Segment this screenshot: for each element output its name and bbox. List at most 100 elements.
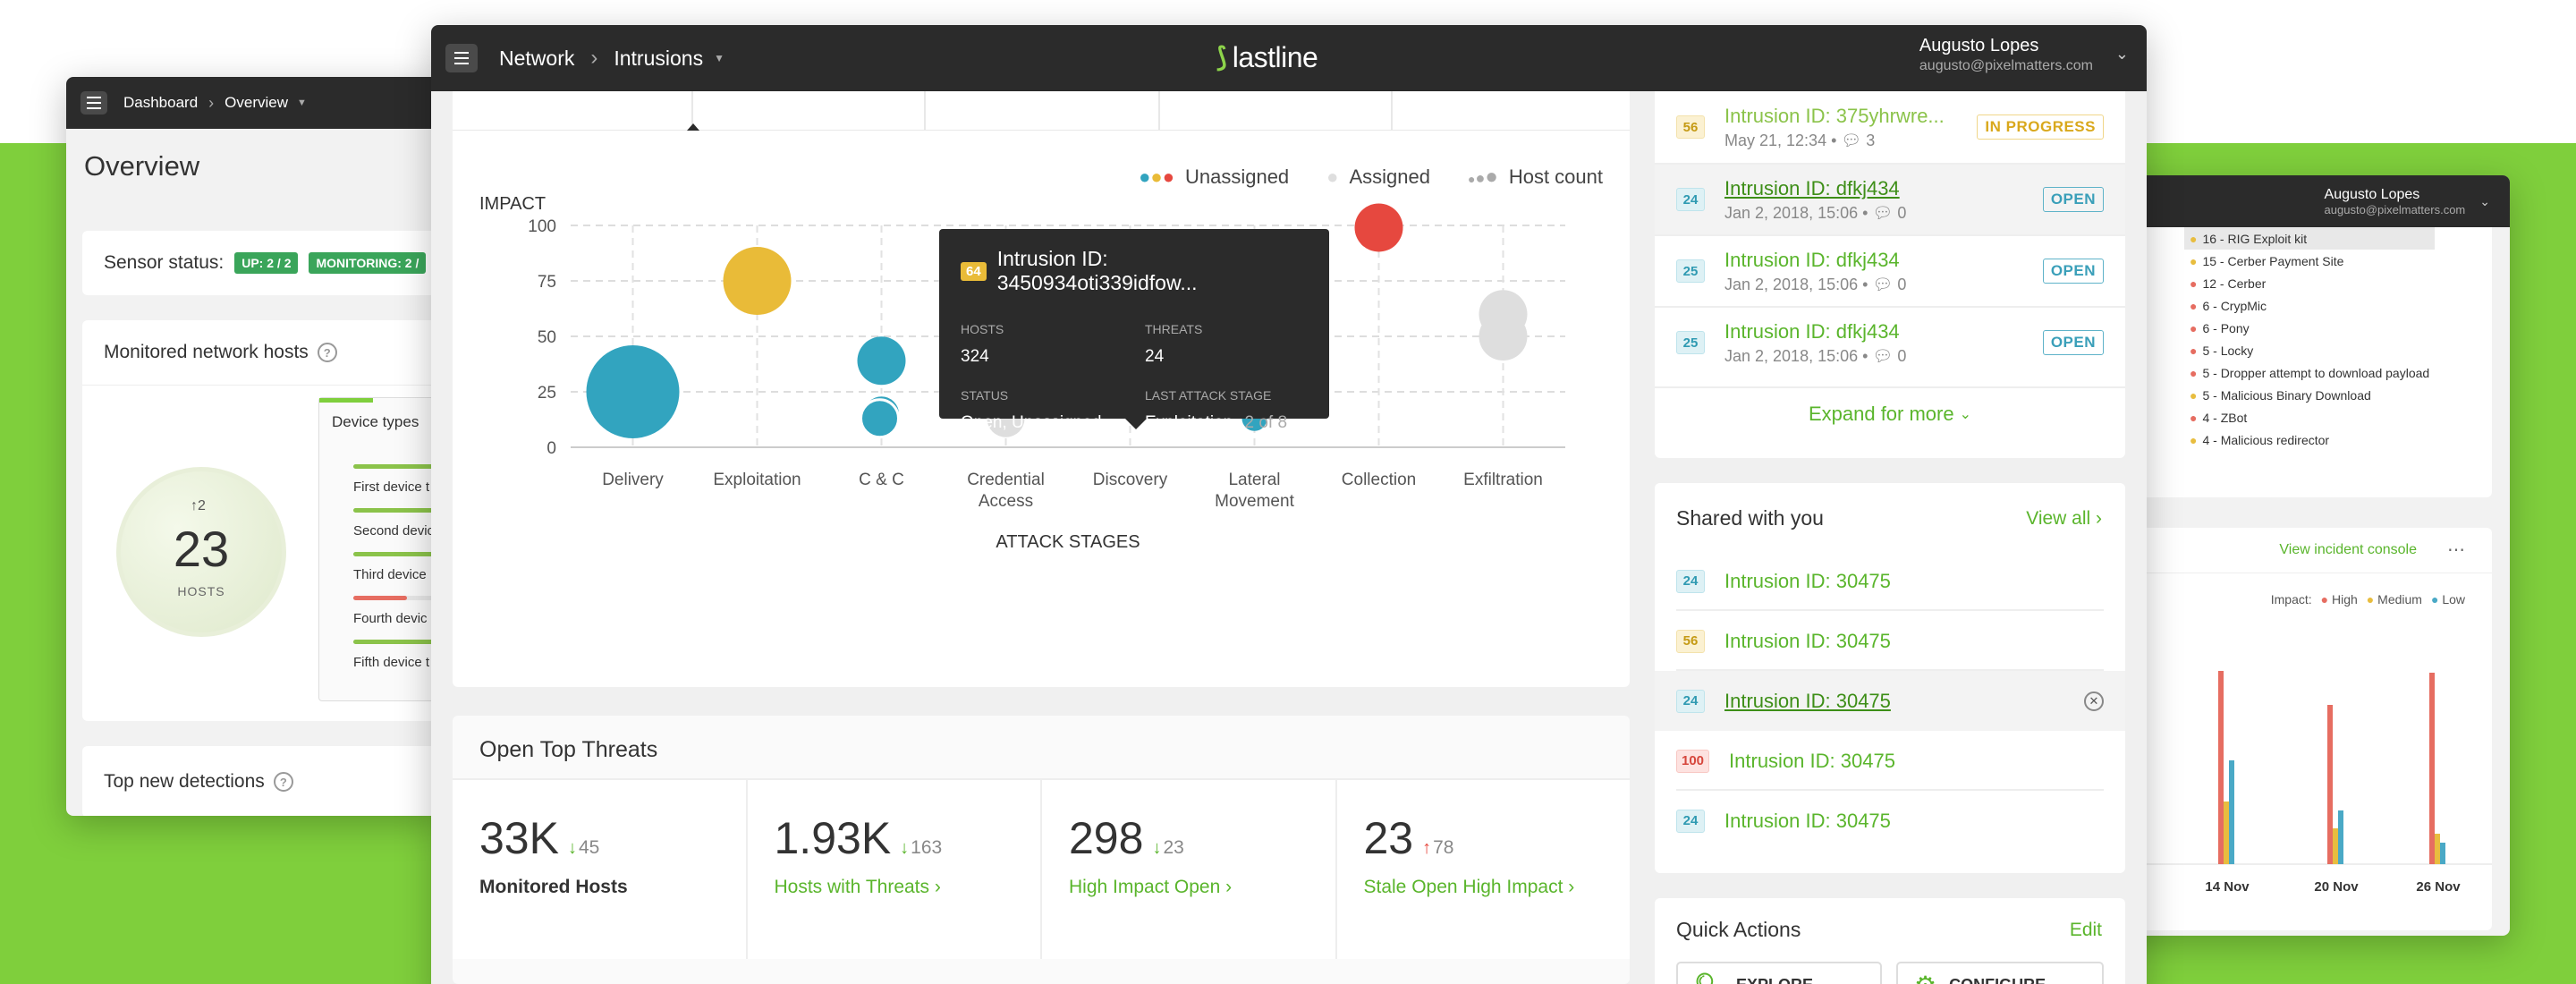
- top-detections-card: Top new detections ?: [82, 746, 442, 816]
- view-incident-console-link[interactable]: View incident console: [2279, 542, 2417, 558]
- intrusion-title[interactable]: Intrusion ID: dfkj434: [1724, 249, 2043, 272]
- shared-item[interactable]: 24 Intrusion ID: 30475 ✕: [1655, 671, 2125, 731]
- edit-link[interactable]: Edit: [2070, 920, 2102, 941]
- stat-value: 1.93K: [774, 813, 892, 863]
- shared-item[interactable]: 56 Intrusion ID: 30475: [1655, 611, 2125, 671]
- score-badge: 24: [1676, 188, 1705, 211]
- hosts-value: 23: [173, 521, 230, 577]
- device-type-item: Second devic: [353, 508, 442, 552]
- more-icon[interactable]: ⋯: [2447, 539, 2465, 561]
- tooltip-score: 64: [961, 261, 987, 281]
- comment-icon: 💬︎: [1872, 203, 1894, 222]
- shared-intrusion-title[interactable]: Intrusion ID: 30475: [1724, 810, 1891, 833]
- incidents-window: Augusto Lopes augusto@pixelmatters.com ⌄…: [2102, 175, 2510, 936]
- comment-count: 0: [1897, 275, 1907, 293]
- stat-label: Stale Open High Impact: [1363, 877, 1563, 897]
- device-type-item: First device t: [353, 464, 442, 508]
- intrusion-title[interactable]: Intrusion ID: dfkj434: [1724, 320, 2043, 344]
- comment-count: 0: [1897, 346, 1907, 365]
- breadcrumb-dashboard[interactable]: Dashboard: [123, 94, 198, 112]
- threat-legend-item: ● 15 - Cerber Payment Site: [2190, 253, 2344, 268]
- view-all-link[interactable]: View all ›: [2026, 508, 2102, 530]
- shared-intrusion-title[interactable]: Intrusion ID: 30475: [1724, 690, 1891, 713]
- x-tick-label: Credential Access: [967, 471, 1045, 511]
- hosts-delta: 2: [198, 498, 206, 513]
- menu-button[interactable]: [445, 44, 478, 72]
- device-type-item: Fifth device t: [353, 640, 442, 683]
- monitored-hosts-title: Monitored network hosts: [104, 342, 309, 362]
- threat-legend-item: ● 5 - Locky: [2190, 343, 2254, 358]
- nav-network[interactable]: Network: [499, 47, 574, 71]
- score-badge: 100: [1676, 749, 1710, 773]
- stat-label: Hosts with Threats: [774, 877, 930, 897]
- x-axis-label: ATTACK STAGES: [996, 532, 1140, 552]
- comment-count: 3: [1866, 131, 1876, 149]
- chevron-right-icon: ›: [590, 46, 598, 70]
- user-name: Augusto Lopes: [2324, 186, 2420, 202]
- help-icon[interactable]: ?: [317, 343, 337, 362]
- tooltip-stage-label: LAST ATTACK STAGE: [1145, 388, 1272, 403]
- x-tick-label: Delivery: [602, 471, 664, 489]
- shared-item[interactable]: 24 Intrusion ID: 30475: [1655, 791, 2125, 851]
- quick-actions-card: Quick Actions Edit 🔍︎ EXPLORE ⚙ CONFIGUR…: [1655, 898, 2125, 984]
- stat-tile: 33K ↓ 45 Monitored Hosts: [453, 780, 746, 959]
- shared-intrusion-title[interactable]: Intrusion ID: 30475: [1729, 750, 1895, 773]
- threat-legend-item: ● 5 - Malicious Binary Download: [2190, 387, 2371, 403]
- stat-delta: 23: [1163, 837, 1184, 858]
- intrusion-date: Jan 2, 2018, 15:06: [1724, 203, 1859, 222]
- configure-button[interactable]: ⚙ CONFIGURE: [1896, 962, 2104, 984]
- stat-label: High Impact Open: [1069, 877, 1221, 897]
- status-badge: OPEN: [2042, 259, 2104, 284]
- intrusion-row[interactable]: 24 Intrusion ID: dfkj434 Jan 2, 2018, 15:0…: [1655, 163, 2125, 234]
- top-threats-card: Open Top Threats 33K ↓ 45 Monitored Hosts 1.…: [453, 716, 1630, 984]
- stat-tile[interactable]: 1.93K ↓ 163 Hosts with Threats ›: [745, 780, 1041, 959]
- menu-button[interactable]: [80, 91, 107, 115]
- chevron-down-icon[interactable]: ▼: [714, 52, 724, 64]
- intrusion-row[interactable]: 25 Intrusion ID: dfkj434 Jan 2, 2018, 15:0…: [1655, 306, 2125, 377]
- y-tick-label: 100: [528, 217, 556, 236]
- intrusion-title[interactable]: Intrusion ID: dfkj434: [1724, 177, 2043, 200]
- intrusion-date: Jan 2, 2018, 15:06: [1724, 346, 1859, 365]
- shared-with-you-card: Shared with you View all › 24 Intrusion I…: [1655, 483, 2125, 873]
- chevron-down-icon[interactable]: ▼: [297, 98, 307, 108]
- help-icon[interactable]: ?: [273, 772, 293, 792]
- breadcrumb-overview[interactable]: Overview: [225, 94, 288, 112]
- stat-value: 23: [1363, 813, 1414, 863]
- expand-for-more-button[interactable]: Expand for more ⌄: [1655, 386, 2125, 440]
- x-tick-label: Lateral Movement: [1215, 471, 1294, 511]
- intrusion-title[interactable]: Intrusion ID: 375yhrwre...: [1724, 105, 1977, 128]
- x-tick-label: Exploitation: [713, 471, 801, 489]
- stat-tile[interactable]: 298 ↓ 23 High Impact Open ›: [1040, 780, 1335, 959]
- x-tick-label: C & C: [859, 471, 904, 489]
- threat-legend-item: ● 6 - CrypMic: [2190, 298, 2267, 313]
- intrusion-row[interactable]: 25 Intrusion ID: dfkj434 Jan 2, 2018, 15:0…: [1655, 234, 2125, 306]
- shared-item[interactable]: 24 Intrusion ID: 30475: [1655, 551, 2125, 611]
- shared-intrusion-title[interactable]: Intrusion ID: 30475: [1724, 570, 1891, 593]
- chevron-down-icon[interactable]: ⌄: [2115, 45, 2129, 64]
- bubble-point: [857, 336, 906, 386]
- score-badge: 25: [1676, 331, 1705, 354]
- nav-intrusions[interactable]: Intrusions: [614, 47, 703, 71]
- chevron-right-icon: ›: [1225, 877, 1233, 897]
- chevron-down-icon[interactable]: ⌄: [2479, 194, 2490, 209]
- device-type-item: Third device: [353, 552, 442, 596]
- intrusion-row[interactable]: 56 Intrusion ID: 375yhrwre... May 21, 12:3…: [1655, 91, 2125, 163]
- stat-tile[interactable]: 23 ↑ 78 Stale Open High Impact ›: [1335, 780, 1631, 959]
- date-tick-label: 14 Nov: [2205, 879, 2250, 895]
- comment-icon: 💬︎: [1872, 346, 1894, 365]
- tooltip-stage-count: 2 of 8: [1244, 413, 1288, 432]
- user-email: augusto@pixelmatters.com: [2324, 202, 2466, 216]
- explore-button[interactable]: 🔍︎ EXPLORE: [1676, 962, 1882, 984]
- shared-item[interactable]: 100 Intrusion ID: 30475: [1655, 731, 2125, 791]
- score-badge: 24: [1676, 809, 1705, 833]
- tooltip-title: Intrusion ID: 3450934oti339idfow...: [996, 247, 1198, 294]
- intrusions-list-card: 56 Intrusion ID: 375yhrwre... May 21, 12:3…: [1655, 91, 2125, 458]
- chevron-right-icon: ›: [1568, 877, 1575, 897]
- x-tick-label: Collection: [1342, 471, 1416, 489]
- close-icon[interactable]: ✕: [2084, 691, 2104, 711]
- threat-list-card: ● 16 - RIG Exploit kit ● 15 - Cerber Paymen…: [2102, 227, 2492, 497]
- incident-bar: [2327, 705, 2333, 864]
- shared-intrusion-title[interactable]: Intrusion ID: 30475: [1724, 630, 1891, 653]
- shared-title: Shared with you: [1676, 506, 1824, 530]
- top-dividers: [453, 91, 1630, 131]
